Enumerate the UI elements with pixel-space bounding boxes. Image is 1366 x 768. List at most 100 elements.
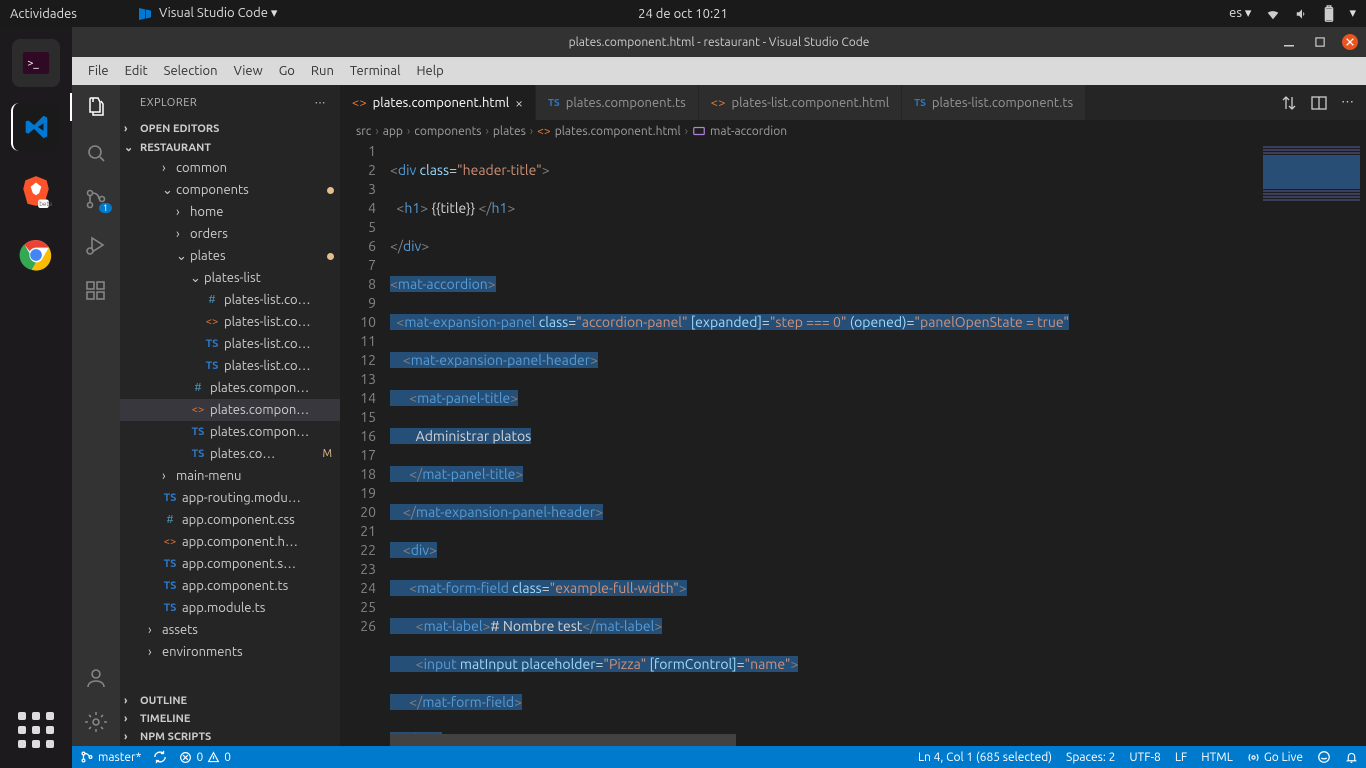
file-plates-list-css[interactable]: #plates-list.co… bbox=[120, 289, 340, 311]
tab-plates-list-html[interactable]: <>plates-list.component.html bbox=[699, 85, 902, 120]
file-plates-list-spec[interactable]: TSplates-list.co… bbox=[120, 333, 340, 355]
file-plates-spec[interactable]: TSplates.compon… bbox=[120, 421, 340, 443]
menu-help[interactable]: Help bbox=[408, 64, 451, 78]
menu-file[interactable]: File bbox=[80, 64, 117, 78]
file-plates-css[interactable]: #plates.compon… bbox=[120, 377, 340, 399]
status-eol[interactable]: LF bbox=[1175, 751, 1187, 764]
maximize-button[interactable] bbox=[1312, 34, 1328, 50]
menu-view[interactable]: View bbox=[226, 64, 271, 78]
minimize-button[interactable] bbox=[1282, 34, 1298, 50]
editor-area: <>plates.component.html× TSplates.compon… bbox=[340, 85, 1366, 746]
activities-button[interactable]: Actividades bbox=[10, 7, 77, 21]
close-button[interactable] bbox=[1342, 34, 1358, 50]
window-title: plates.component.html - restaurant - Vis… bbox=[569, 36, 870, 49]
wifi-icon[interactable] bbox=[1265, 7, 1281, 21]
folder-plates[interactable]: ⌄plates bbox=[120, 245, 340, 267]
file-app-ts[interactable]: TSapp.component.ts bbox=[120, 575, 340, 597]
status-problems[interactable]: 0 0 bbox=[179, 751, 231, 764]
file-plates-list-html[interactable]: <>plates-list.co… bbox=[120, 311, 340, 333]
dock-brave[interactable]: beta bbox=[12, 167, 60, 215]
tab-plates-html[interactable]: <>plates.component.html× bbox=[340, 85, 536, 120]
section-workspace[interactable]: ⌄RESTAURANT bbox=[120, 138, 340, 157]
status-branch[interactable]: master* bbox=[80, 750, 141, 764]
section-open-editors[interactable]: ›OPEN EDITORS bbox=[120, 120, 340, 138]
volume-icon[interactable] bbox=[1295, 7, 1309, 21]
activity-settings[interactable] bbox=[84, 710, 108, 734]
horizontal-scrollbar[interactable] bbox=[390, 734, 1256, 746]
minimap[interactable] bbox=[1256, 142, 1366, 746]
scm-badge: 1 bbox=[99, 203, 112, 213]
activity-scm[interactable]: 1 bbox=[84, 187, 108, 211]
folder-orders[interactable]: ›orders bbox=[120, 223, 340, 245]
status-lang[interactable]: HTML bbox=[1201, 751, 1233, 764]
file-plates-ts[interactable]: TSplates.co…M bbox=[120, 443, 340, 465]
titlebar: plates.component.html - restaurant - Vis… bbox=[72, 27, 1366, 57]
code-editor[interactable]: 1234567891011121314151617181920212223242… bbox=[340, 142, 1366, 746]
vscode-window: plates.component.html - restaurant - Vis… bbox=[72, 27, 1366, 768]
code-content[interactable]: <div class="header-title"> <h1> {{title}… bbox=[390, 142, 1256, 746]
menu-terminal[interactable]: Terminal bbox=[342, 64, 409, 78]
current-app[interactable]: Visual Studio Code ▾ bbox=[137, 6, 278, 22]
folder-common[interactable]: ›common bbox=[120, 157, 340, 179]
status-bell-icon[interactable] bbox=[1345, 751, 1358, 764]
folder-environments[interactable]: ›environments bbox=[120, 641, 340, 663]
dock-chrome[interactable] bbox=[12, 231, 60, 279]
activity-account[interactable] bbox=[84, 666, 108, 690]
activity-bar: 1 bbox=[72, 85, 120, 746]
dock-vscode[interactable] bbox=[11, 103, 59, 151]
menu-selection[interactable]: Selection bbox=[156, 64, 226, 78]
file-app-spec[interactable]: TSapp.component.s… bbox=[120, 553, 340, 575]
system-menu-caret[interactable]: ▾ bbox=[1349, 6, 1356, 21]
menubar: File Edit Selection View Go Run Terminal… bbox=[72, 57, 1366, 85]
close-icon[interactable]: × bbox=[515, 95, 523, 111]
svg-text:beta: beta bbox=[39, 200, 52, 208]
activity-search[interactable] bbox=[84, 141, 108, 165]
status-feedback-icon[interactable] bbox=[1317, 750, 1331, 764]
file-plates-list-ts[interactable]: TSplates-list.co… bbox=[120, 355, 340, 377]
status-golive[interactable]: Go Live bbox=[1247, 751, 1303, 764]
split-icon[interactable] bbox=[1311, 95, 1327, 111]
dock-terminal[interactable]: >_ bbox=[12, 39, 60, 87]
folder-components[interactable]: ⌄components bbox=[120, 179, 340, 201]
clock[interactable]: 24 de oct 10:21 bbox=[638, 7, 728, 21]
activity-debug[interactable] bbox=[84, 233, 108, 257]
file-tree: ›common ⌄components ›home ›orders ⌄plate… bbox=[120, 157, 340, 692]
folder-plates-list[interactable]: ⌄plates-list bbox=[120, 267, 340, 289]
svg-text:>_: >_ bbox=[27, 57, 39, 69]
status-encoding[interactable]: UTF-8 bbox=[1129, 751, 1160, 764]
status-cursor[interactable]: Ln 4, Col 1 (685 selected) bbox=[918, 751, 1052, 764]
battery-icon[interactable] bbox=[1323, 5, 1335, 23]
activity-extensions[interactable] bbox=[84, 279, 108, 303]
file-app-module[interactable]: TSapp.module.ts bbox=[120, 597, 340, 619]
section-timeline[interactable]: ›TIMELINE bbox=[120, 710, 340, 728]
file-app-css[interactable]: #app.component.css bbox=[120, 509, 340, 531]
file-app-html[interactable]: <>app.component.h… bbox=[120, 531, 340, 553]
menu-run[interactable]: Run bbox=[303, 64, 342, 78]
explorer-title: EXPLORER bbox=[140, 97, 197, 109]
menu-edit[interactable]: Edit bbox=[117, 64, 156, 78]
ubuntu-dock: >_ beta bbox=[0, 27, 72, 768]
statusbar: master* 0 0 Ln 4, Col 1 (685 selected) S… bbox=[72, 746, 1366, 768]
compare-icon[interactable] bbox=[1281, 95, 1297, 111]
line-gutter: 1234567891011121314151617181920212223242… bbox=[340, 142, 390, 746]
breadcrumb[interactable]: src› app› components› plates› <> plates.… bbox=[340, 120, 1366, 142]
dock-show-apps[interactable] bbox=[18, 712, 54, 748]
folder-assets[interactable]: ›assets bbox=[120, 619, 340, 641]
status-spaces[interactable]: Spaces: 2 bbox=[1066, 751, 1115, 764]
file-app-routing[interactable]: TSapp-routing.modu… bbox=[120, 487, 340, 509]
section-outline[interactable]: ›OUTLINE bbox=[120, 692, 340, 710]
gnome-topbar: Actividades Visual Studio Code ▾ 24 de o… bbox=[0, 0, 1366, 27]
file-plates-html[interactable]: <>plates.compon… bbox=[120, 399, 340, 421]
section-npm[interactable]: ›NPM SCRIPTS bbox=[120, 728, 340, 746]
more-icon[interactable]: ⋯ bbox=[1341, 95, 1354, 110]
tab-plates-list-ts[interactable]: TSplates-list.component.ts bbox=[902, 85, 1086, 120]
activity-explorer[interactable] bbox=[84, 95, 108, 119]
explorer-more-icon[interactable]: ⋯ bbox=[315, 96, 327, 109]
tab-plates-ts[interactable]: TSplates.component.ts bbox=[536, 85, 699, 120]
folder-home[interactable]: ›home bbox=[120, 201, 340, 223]
menu-go[interactable]: Go bbox=[271, 64, 303, 78]
keyboard-lang[interactable]: es ▾ bbox=[1229, 6, 1251, 21]
sidebar: EXPLORER ⋯ ›OPEN EDITORS ⌄RESTAURANT ›co… bbox=[120, 85, 340, 746]
folder-main-menu[interactable]: ›main-menu bbox=[120, 465, 340, 487]
status-sync[interactable] bbox=[153, 750, 167, 764]
